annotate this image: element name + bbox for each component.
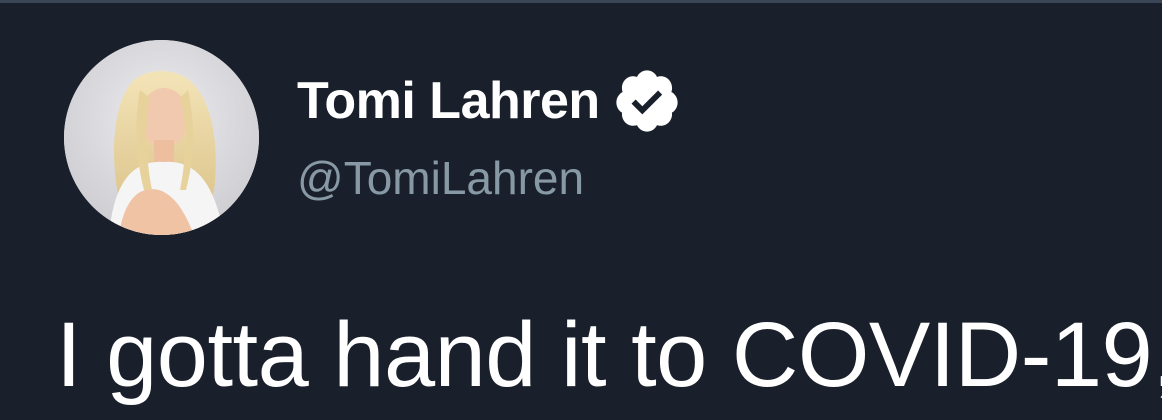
- avatar[interactable]: [64, 40, 259, 235]
- verified-badge-icon: [612, 66, 682, 136]
- display-name[interactable]: Tomi Lahren: [297, 71, 600, 131]
- display-name-row[interactable]: Tomi Lahren: [297, 65, 682, 137]
- profile-photo-image: [64, 40, 259, 235]
- user-handle[interactable]: @TomiLahren: [297, 151, 682, 205]
- author-block[interactable]: Tomi Lahren @TomiLahren: [297, 65, 682, 205]
- tweet-card: Tomi Lahren @TomiLahren I gotta hand it …: [0, 0, 1162, 420]
- tweet-text: I gotta hand it to COVID-19,: [56, 304, 1162, 406]
